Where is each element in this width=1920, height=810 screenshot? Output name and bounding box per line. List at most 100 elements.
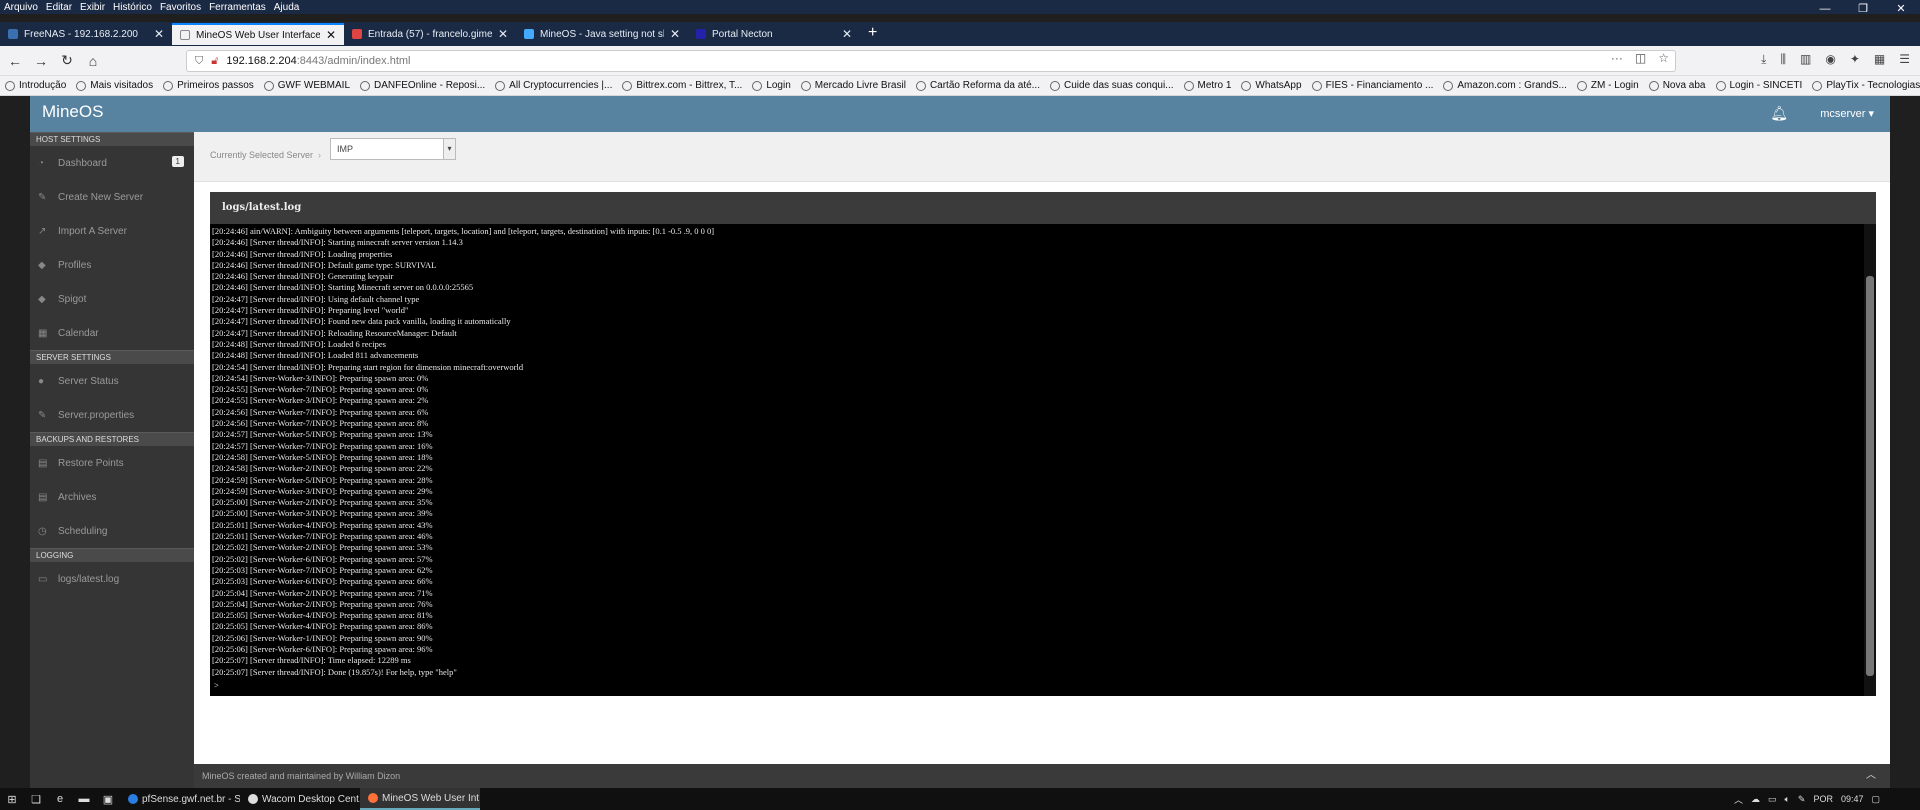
task-view-icon[interactable]: ❏ — [24, 793, 48, 806]
url-bar[interactable]: ⛉ 🔓︎ 192.168.2.204:8443/admin/index.html… — [186, 50, 1676, 72]
log-line: [20:25:00] [Server-Worker-2/INFO]: Prepa… — [212, 497, 433, 508]
edge-icon[interactable]: e — [48, 793, 72, 805]
sidebar-item[interactable]: ● Server Status — [30, 364, 194, 398]
log-line: [20:25:01] [Server-Worker-7/INFO]: Prepa… — [212, 531, 433, 542]
chevron-up-icon[interactable]: ︿ — [1866, 764, 1876, 788]
tray-chevron-icon[interactable]: ︿ — [1734, 793, 1743, 806]
bookmark-item[interactable]: Mercado Livre Brasil — [796, 80, 911, 91]
sidebar-item[interactable]: ◔ Dashboard 1 — [30, 146, 194, 180]
brand-logo[interactable]: MineOS — [42, 102, 103, 122]
tab-label: Portal Necton — [712, 28, 773, 40]
taskbar-task[interactable]: Wacom Desktop Cent... — [240, 788, 360, 810]
bookmark-item[interactable]: Cuide das suas conqui... — [1045, 80, 1179, 91]
browser-tab[interactable]: Portal Necton ✕ — [688, 23, 860, 45]
network-icon[interactable]: ▭ — [1768, 794, 1777, 805]
sidebar-item[interactable]: ↗ Import A Server — [30, 214, 194, 248]
pen-icon[interactable]: ✎ — [1798, 794, 1806, 805]
sidebar-item[interactable]: ◷ Scheduling — [30, 514, 194, 548]
bookmark-item[interactable]: Bittrex.com - Bittrex, T... — [617, 80, 747, 91]
maximize-icon[interactable]: ❐ — [1844, 0, 1882, 18]
sidebar-section-title: HOST SETTINGS — [30, 132, 194, 146]
bookmark-item[interactable]: All Cryptocurrencies |... — [490, 80, 617, 91]
close-window-icon[interactable]: ✕ — [1882, 0, 1920, 18]
sidebar-item-label: Create New Server — [58, 191, 144, 203]
bookmark-item[interactable]: Cartão Reforma da até... — [911, 80, 1045, 91]
sidebar-item[interactable]: ▤ Restore Points — [30, 446, 194, 480]
tab-close-icon[interactable]: ✕ — [670, 27, 680, 41]
bookmark-item[interactable]: Metro 1 — [1179, 80, 1237, 91]
taskbar-task[interactable]: MineOS Web User Int... — [360, 788, 480, 810]
tab-close-icon[interactable]: ✕ — [154, 27, 164, 41]
bookmark-item[interactable]: FIES - Financiamento ... — [1307, 80, 1439, 91]
tab-close-icon[interactable]: ✕ — [842, 27, 852, 41]
sidebar-item[interactable]: ▭ logs/latest.log — [30, 562, 194, 596]
sidebar-item[interactable]: ✎ Create New Server — [30, 180, 194, 214]
windows-start-icon[interactable]: ⊞ — [0, 793, 24, 806]
menu-item[interactable]: Favoritos — [156, 2, 205, 13]
sidebar-item[interactable]: ✎ Server.properties — [30, 398, 194, 432]
volume-icon[interactable]: 🔈︎ — [1784, 794, 1789, 805]
menu-item[interactable]: Ferramentas — [205, 2, 270, 13]
menu-item[interactable]: Ajuda — [270, 2, 304, 13]
reload-icon[interactable]: ↻ — [56, 52, 78, 69]
bookmark-item[interactable]: Primeiros passos — [158, 80, 259, 91]
bookmark-label: Mais visitados — [90, 80, 154, 91]
user-menu[interactable]: mcserver ▾ — [1820, 107, 1874, 120]
menu-item[interactable]: Exibir — [76, 2, 109, 13]
pocket-icon[interactable]: ◫ — [1635, 51, 1646, 65]
store-icon[interactable]: ▣ — [96, 793, 120, 806]
bookmark-item[interactable]: Nova aba — [1644, 80, 1711, 91]
bookmark-label: Login — [766, 80, 791, 91]
more-icon[interactable]: ··· — [1611, 51, 1623, 65]
bookmark-item[interactable]: PlayTix - Tecnologias I... — [1807, 80, 1920, 91]
cloud-icon[interactable]: ☁ — [1751, 794, 1760, 805]
download-icon[interactable]: ⤓ — [1761, 52, 1766, 67]
bell-icon[interactable]: 🔔︎ — [1770, 105, 1788, 122]
server-select[interactable]: IMP ▾ — [330, 138, 456, 160]
sidebar-item[interactable]: ◆ Profiles — [30, 248, 194, 282]
file-explorer-icon[interactable]: ▬ — [72, 793, 96, 805]
bookmark-item[interactable]: Login - SINCETI — [1711, 80, 1808, 91]
bookmark-star-icon[interactable]: ☆ — [1658, 51, 1669, 65]
log-line: [20:24:59] [Server-Worker-3/INFO]: Prepa… — [212, 485, 433, 496]
bookmark-item[interactable]: Mais visitados — [71, 80, 158, 91]
menu-item[interactable]: Arquivo — [0, 2, 42, 13]
extension-icon[interactable]: ✦ — [1850, 52, 1860, 67]
bookmark-item[interactable]: WhatsApp — [1236, 80, 1306, 91]
home-icon[interactable]: ⌂ — [82, 53, 104, 69]
taskbar-task[interactable]: pfSense.gwf.net.br - S... — [120, 788, 240, 810]
console-scrollbar[interactable] — [1864, 224, 1876, 696]
sidebar-item[interactable]: ◆ Spigot — [30, 282, 194, 316]
sidebar-item[interactable]: ▤ Archives — [30, 480, 194, 514]
browser-tab[interactable]: FreeNAS - 192.168.2.200 ✕ — [0, 23, 172, 45]
bookmark-item[interactable]: DANFEOnline - Reposi... — [355, 80, 490, 91]
sidebar-item[interactable]: ▦ Calendar — [30, 316, 194, 350]
scrollbar-thumb[interactable] — [1866, 276, 1874, 676]
account-icon[interactable]: ◉ — [1825, 52, 1835, 67]
tab-close-icon[interactable]: ✕ — [498, 27, 508, 41]
sidebar-item-label: Calendar — [58, 327, 99, 339]
bookmark-item[interactable]: GWF WEBMAIL — [259, 80, 355, 91]
minimize-icon[interactable]: — — [1806, 0, 1844, 18]
library-icon[interactable]: ⫼ — [1780, 52, 1786, 67]
sidebar-icon[interactable]: ▥ — [1800, 52, 1811, 67]
forward-icon[interactable]: → — [30, 53, 52, 69]
hamburger-menu-icon[interactable]: ☰ — [1899, 52, 1910, 67]
menu-item[interactable]: Editar — [42, 2, 76, 13]
bookmark-item[interactable]: ZM - Login — [1572, 80, 1644, 91]
notifications-icon[interactable]: ▢ — [1871, 794, 1880, 805]
bookmark-item[interactable]: Amazon.com : GrandS... — [1438, 80, 1572, 91]
browser-tab[interactable]: Entrada (57) - francelo.gimenez ✕ — [344, 23, 516, 45]
bookmark-item[interactable]: Login — [747, 80, 795, 91]
menu-item[interactable]: Histórico — [109, 2, 156, 13]
new-tab-icon[interactable]: + — [860, 22, 885, 46]
tab-close-icon[interactable]: ✕ — [326, 28, 336, 42]
language-indicator[interactable]: POR — [1813, 794, 1833, 804]
browser-tab[interactable]: MineOS - Java setting not show ✕ — [516, 23, 688, 45]
clock[interactable]: 09:47 — [1841, 794, 1864, 804]
back-icon[interactable]: ← — [4, 53, 26, 69]
bookmark-item[interactable]: Introdução — [0, 80, 71, 91]
browser-tab[interactable]: MineOS Web User Interface ✕ — [172, 23, 344, 45]
console-prompt[interactable]: > — [214, 681, 219, 690]
puzzle-icon[interactable]: ▦ — [1874, 52, 1885, 67]
